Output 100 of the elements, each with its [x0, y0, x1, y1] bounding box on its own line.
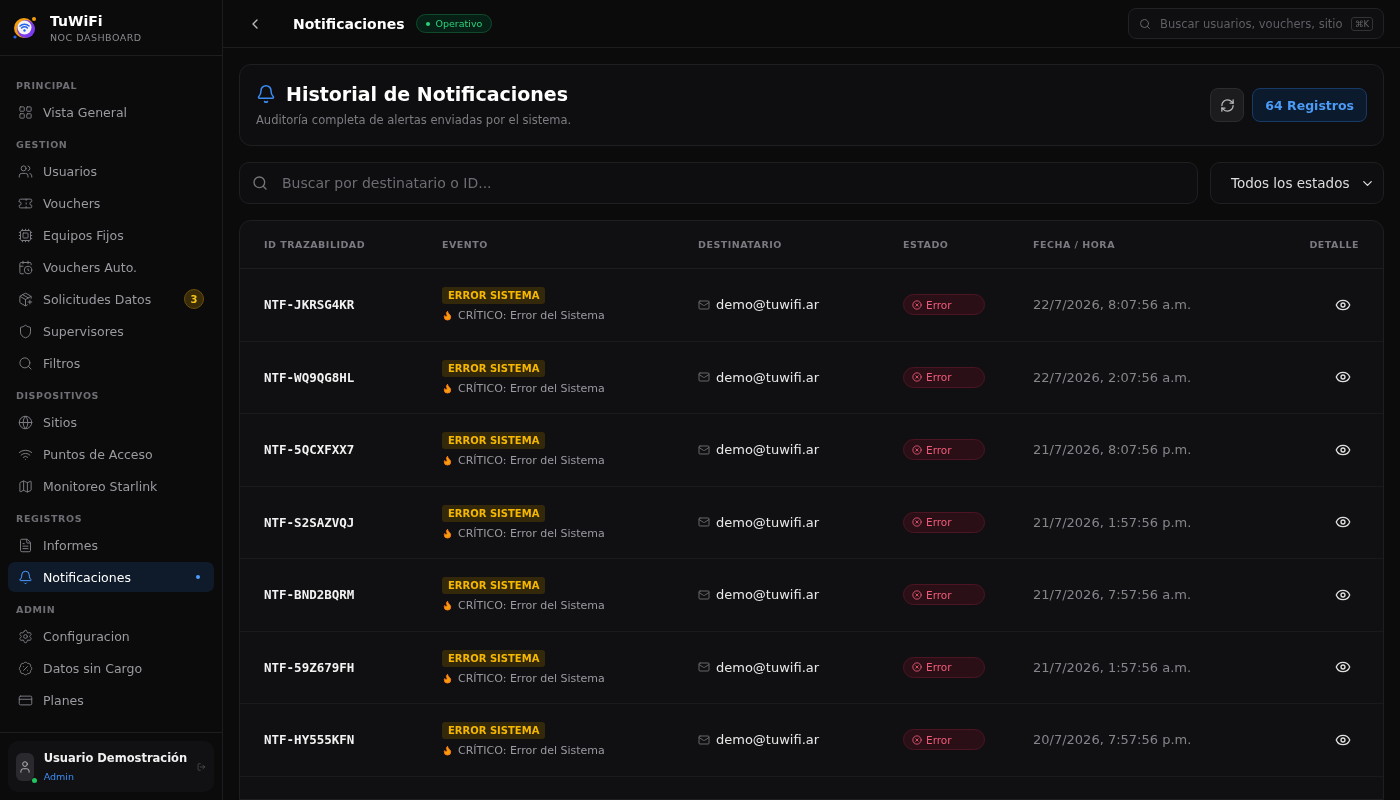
sidebar-item[interactable]: Usuarios	[8, 156, 214, 186]
card-icon	[18, 692, 33, 708]
map-icon	[18, 478, 33, 494]
x-circle-icon	[912, 734, 922, 745]
section-title: DISPOSITIVOS	[15, 389, 100, 403]
sidebar-item[interactable]: Informes	[8, 530, 214, 560]
event-type-tag: ERROR SISTEMA	[442, 577, 546, 595]
sidebar-item[interactable]: Vouchers	[8, 188, 214, 218]
record-count: 64 Registros	[1252, 88, 1367, 122]
flame-icon	[442, 672, 453, 684]
column-header: FECHA / HORA	[1033, 239, 1117, 250]
search-icon	[1139, 17, 1151, 30]
status-pill: Error	[903, 511, 985, 533]
sidebar-item-label: Monitoreo Starlink	[43, 478, 159, 494]
sidebar-item[interactable]: Monitoreo Starlink	[8, 471, 214, 501]
shield-icon	[18, 323, 33, 339]
column-header: EVENTO	[442, 239, 489, 250]
sidebar-item[interactable]: Notificaciones	[8, 562, 214, 592]
sidebar-item[interactable]: Sitios	[8, 407, 214, 437]
sidebar-item-label: Vouchers	[43, 195, 102, 211]
search-field[interactable]: Buscar por destinatario o ID...	[280, 174, 1185, 192]
percent-badge-icon	[18, 660, 33, 676]
sidebar-item-label: Usuarios	[43, 163, 99, 179]
event-type-tag: ERROR SISTEMA	[442, 649, 546, 667]
user-role: Admin	[43, 771, 75, 782]
sidebar-item-label: Solicitudes Datos	[43, 291, 153, 307]
event-text: CRÍTICO: Error del Sistema	[458, 744, 605, 758]
status-pill: Error	[903, 584, 985, 606]
refresh-button[interactable]	[1210, 88, 1245, 122]
recipient-text: demo@tuwifi.ar	[716, 659, 820, 675]
package-icon	[18, 291, 33, 307]
status-pill: Error	[903, 656, 985, 678]
date-cell-text: 20/7/2026, 7:57:56 p.m.	[1033, 732, 1193, 748]
search-icon	[18, 355, 33, 371]
flame-icon	[442, 455, 453, 467]
brand-name: TuWiFi	[50, 12, 104, 29]
page-title: Notificaciones	[293, 15, 405, 32]
sidebar-item[interactable]: Equipos Fijos	[8, 220, 214, 250]
bell-icon	[18, 569, 33, 585]
date-cell-text: 22/7/2026, 8:07:56 a.m.	[1033, 297, 1193, 313]
sidebar-item[interactable]: Supervisores	[8, 316, 214, 346]
recipient-text: demo@tuwifi.ar	[716, 514, 820, 530]
sidebar-item[interactable]: Datos sin Cargo	[8, 653, 214, 683]
status-dropdown[interactable]: Todos los estados	[1210, 162, 1384, 204]
id-cell-text: NTF-JKRSG4KR	[264, 297, 356, 313]
shortcut-key: ⌘K	[1350, 16, 1373, 31]
status-pill: Error	[903, 439, 985, 461]
sidebar-item-label: Filtros	[43, 355, 82, 371]
date-cell-text: 22/7/2026, 2:07:56 a.m.	[1033, 369, 1193, 385]
sidebar-item[interactable]: Solicitudes Datos 3	[8, 284, 214, 314]
status-pill: Error	[903, 729, 985, 751]
wifi-icon	[18, 446, 33, 462]
event-text: CRÍTICO: Error del Sistema	[458, 599, 605, 613]
event-text: CRÍTICO: Error del Sistema	[458, 454, 605, 468]
search-bar[interactable]: Buscar por destinatario o ID...	[239, 162, 1198, 204]
sidebar-item-label: Planes	[43, 692, 85, 708]
event-text: CRÍTICO: Error del Sistema	[458, 526, 605, 540]
x-circle-icon	[912, 299, 922, 310]
section-title: GESTION	[15, 138, 69, 152]
id-cell-text: NTF-59Z679FH	[264, 659, 356, 675]
mail-icon	[698, 371, 710, 384]
status-pill: Error	[903, 294, 985, 316]
recipient-text: demo@tuwifi.ar	[716, 732, 820, 748]
sidebar-item[interactable]: Puntos de Acceso	[8, 439, 214, 469]
grid-icon	[18, 104, 33, 120]
x-circle-icon	[912, 372, 922, 383]
section-subtitle: Auditoría completa de alertas enviadas por el sistema.	[256, 113, 573, 127]
id-cell-text: NTF-S2SAZVQJ	[264, 514, 356, 530]
count-badge: 3	[184, 289, 204, 309]
search-icon	[252, 175, 268, 191]
column-header: ESTADO	[903, 239, 950, 250]
date-cell-text: 21/7/2026, 8:07:56 p.m.	[1033, 442, 1193, 458]
global-search-field[interactable]: Buscar usuarios, vouchers, sitio	[1158, 15, 1344, 32]
settings-icon	[18, 628, 33, 644]
event-text: CRÍTICO: Error del Sistema	[458, 381, 605, 395]
id-cell-text: NTF-5QCXFXX7	[264, 442, 356, 458]
date-cell-text: 21/7/2026, 7:57:56 a.m.	[1033, 587, 1193, 603]
chip-icon	[18, 227, 33, 243]
flame-icon	[442, 527, 453, 539]
column-header: ID TRAZABILIDAD	[264, 239, 367, 250]
flame-icon	[442, 745, 453, 757]
bell-icon	[256, 84, 276, 104]
user-name: Usuario Demostración	[43, 751, 188, 765]
ticket-icon	[18, 195, 33, 211]
document-icon	[18, 537, 33, 553]
sidebar-item[interactable]: Vista General	[8, 97, 214, 127]
sidebar-item[interactable]: Configuracion	[8, 621, 214, 651]
mail-icon	[698, 298, 710, 311]
active-dot	[196, 575, 200, 579]
sidebar-item[interactable]: Planes	[8, 685, 214, 715]
sidebar-item[interactable]: Filtros	[8, 348, 214, 378]
flame-icon	[442, 310, 453, 322]
date-cell-text: 21/7/2026, 1:57:56 p.m.	[1033, 514, 1193, 530]
sidebar-item[interactable]: Vouchers Auto.	[8, 252, 214, 282]
mail-icon	[698, 588, 710, 601]
sidebar-item-label: Informes	[43, 537, 99, 553]
brand-subtitle: NOC DASHBOARD	[50, 31, 142, 43]
refresh-icon	[1219, 97, 1235, 113]
id-cell-text: NTF-HY555KFN	[264, 732, 356, 748]
column-header: DESTINATARIO	[698, 239, 783, 250]
